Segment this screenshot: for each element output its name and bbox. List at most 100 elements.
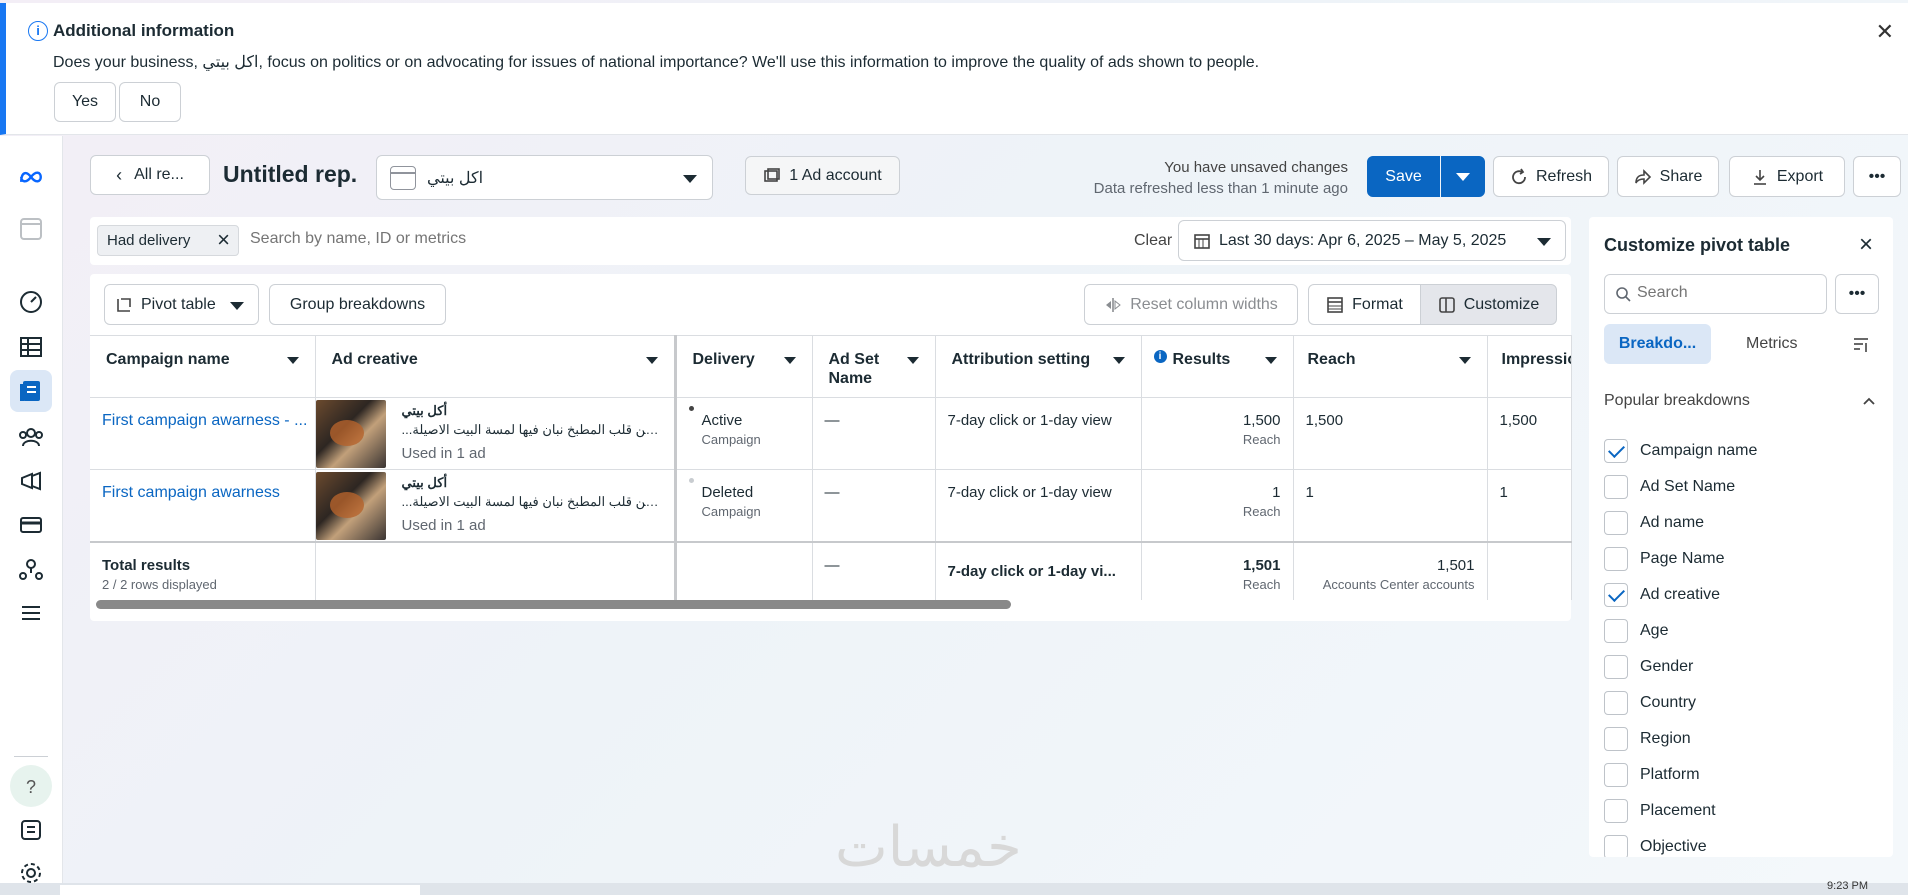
breakdown-option[interactable]: Ad creative: [1604, 577, 1884, 613]
checkbox[interactable]: [1604, 691, 1628, 715]
tab-metrics[interactable]: Metrics: [1746, 335, 1798, 353]
reset-column-widths-button[interactable]: Reset column widths: [1084, 284, 1298, 325]
total-impressions-cell: [1487, 540, 1572, 600]
column-header-ad-creative[interactable]: Ad creative: [315, 335, 677, 398]
close-icon[interactable]: ✕: [1876, 19, 1894, 45]
no-button[interactable]: No: [119, 82, 181, 122]
dashboard-gauge-icon[interactable]: [10, 281, 52, 323]
format-button[interactable]: Format: [1308, 284, 1421, 325]
breakdown-search[interactable]: [1604, 274, 1827, 314]
account-select[interactable]: اكل بيتي: [376, 155, 713, 200]
menu-icon[interactable]: [10, 592, 52, 634]
breakdown-option[interactable]: Gender: [1604, 649, 1884, 685]
delivery-cell: Deleted Campaign: [675, 469, 813, 542]
checkbox[interactable]: [1604, 763, 1628, 787]
column-header-delivery[interactable]: Delivery: [675, 335, 813, 398]
sort-menu-icon[interactable]: [1453, 348, 1477, 372]
campaign-link[interactable]: First campaign awarness: [102, 484, 280, 501]
customize-button[interactable]: Customize: [1420, 284, 1557, 325]
meta-logo-icon[interactable]: [10, 156, 52, 198]
group-breakdowns-button[interactable]: Group breakdowns: [269, 284, 446, 325]
table-icon[interactable]: [10, 326, 52, 368]
sort-menu-icon[interactable]: [1259, 348, 1283, 372]
checkbox[interactable]: [1604, 547, 1628, 571]
refresh-button[interactable]: Refresh: [1493, 156, 1609, 197]
checkbox[interactable]: [1604, 655, 1628, 679]
all-reports-button[interactable]: ‹ All re...: [90, 155, 210, 195]
checkbox[interactable]: [1604, 511, 1628, 535]
ad-creative-cell[interactable]: أكل بيتي ...اكتا من قلب المطبخ نبان فيها…: [315, 469, 677, 542]
column-header-reach[interactable]: Reach: [1293, 335, 1488, 398]
sort-icon[interactable]: [1851, 334, 1871, 354]
share-icon: [1634, 168, 1651, 185]
total-row: Total results 2 / 2 rows displayed — 7-da…: [90, 540, 1572, 600]
sort-menu-icon[interactable]: [901, 348, 925, 372]
yes-button[interactable]: Yes: [54, 82, 116, 122]
checkbox[interactable]: [1604, 799, 1628, 823]
billing-card-icon[interactable]: [10, 504, 52, 546]
column-header-campaign-name[interactable]: Campaign name: [90, 335, 316, 398]
breakdown-option[interactable]: Objective: [1604, 829, 1884, 857]
close-icon[interactable]: ×: [1859, 231, 1873, 259]
campaign-link[interactable]: First campaign awarness - ...: [102, 412, 307, 429]
breakdown-option[interactable]: Ad name: [1604, 505, 1884, 541]
column-header-impressions[interactable]: Impressio: [1487, 335, 1572, 398]
report-toolbar: ‹ All re... Untitled rep. اكل بيتي 1 Ad …: [90, 155, 1901, 200]
export-button[interactable]: Export: [1729, 156, 1845, 197]
account-icon[interactable]: [10, 208, 52, 250]
breakdown-option[interactable]: Ad Set Name: [1604, 469, 1884, 505]
breakdown-option[interactable]: Page Name: [1604, 541, 1884, 577]
taskbar-window[interactable]: [60, 885, 420, 895]
horizontal-scrollbar[interactable]: [96, 600, 1011, 609]
column-header-attribution-setting[interactable]: Attribution setting: [935, 335, 1142, 398]
save-options-button[interactable]: [1441, 156, 1485, 197]
sort-menu-icon[interactable]: [281, 348, 305, 372]
date-range-picker[interactable]: Last 30 days: Apr 6, 2025 – May 5, 2025: [1178, 220, 1566, 261]
chip-label: Had delivery: [107, 232, 191, 249]
close-icon[interactable]: ×: [217, 229, 230, 251]
breakdown-search-input[interactable]: [1637, 284, 1817, 302]
breakdown-option[interactable]: Campaign name: [1604, 433, 1884, 469]
pivot-table-view-button[interactable]: Pivot table: [104, 284, 259, 325]
notes-icon[interactable]: [10, 809, 52, 851]
ad-creative-cell[interactable]: أكل بيتي ...اكتا من قلب المطبخ نبان فيها…: [315, 397, 677, 470]
report-title[interactable]: Untitled rep.: [223, 161, 357, 188]
ad-account-button[interactable]: 1 Ad account: [745, 156, 900, 195]
back-label: All re...: [134, 166, 184, 183]
breakdown-option[interactable]: Platform: [1604, 757, 1884, 793]
checkbox[interactable]: [1604, 619, 1628, 643]
breakdown-option[interactable]: Region: [1604, 721, 1884, 757]
column-header-ad-set-name[interactable]: Ad Set Name: [812, 335, 936, 398]
popular-breakdowns-heading[interactable]: Popular breakdowns: [1604, 392, 1750, 410]
chevron-up-icon[interactable]: [1863, 395, 1875, 407]
tab-breakdowns[interactable]: Breakdo...: [1604, 324, 1711, 364]
audiences-icon[interactable]: [10, 416, 52, 458]
business-network-icon[interactable]: [10, 548, 52, 590]
watermark: خمسات: [835, 815, 1022, 880]
megaphone-icon[interactable]: [10, 460, 52, 502]
breakdown-option[interactable]: Country: [1604, 685, 1884, 721]
checkbox-checked[interactable]: [1604, 439, 1628, 463]
save-button[interactable]: Save: [1367, 156, 1440, 197]
help-icon[interactable]: ?: [10, 765, 52, 807]
column-header-results[interactable]: i Results: [1141, 335, 1294, 398]
checkbox[interactable]: [1604, 835, 1628, 857]
checkbox-checked[interactable]: [1604, 583, 1628, 607]
reports-icon[interactable]: [10, 370, 52, 412]
more-options-button[interactable]: •••: [1853, 156, 1901, 197]
rail-divider: [14, 756, 48, 757]
had-delivery-filter-chip[interactable]: Had delivery ×: [97, 225, 239, 256]
clear-filters-link[interactable]: Clear: [1134, 232, 1172, 250]
share-button[interactable]: Share: [1617, 156, 1719, 197]
sort-menu-icon[interactable]: [640, 348, 664, 372]
sort-menu-icon[interactable]: [1107, 348, 1131, 372]
checkbox[interactable]: [1604, 475, 1628, 499]
panel-more-button[interactable]: •••: [1835, 274, 1879, 314]
creative-usage: Used in 1 ad: [401, 445, 486, 462]
breakdown-option[interactable]: Age: [1604, 613, 1884, 649]
checkbox[interactable]: [1604, 727, 1628, 751]
breakdown-option[interactable]: Placement: [1604, 793, 1884, 829]
filter-search-input[interactable]: [250, 230, 850, 248]
customize-panel-title: Customize pivot table: [1604, 235, 1791, 255]
sort-menu-icon[interactable]: [778, 348, 802, 372]
